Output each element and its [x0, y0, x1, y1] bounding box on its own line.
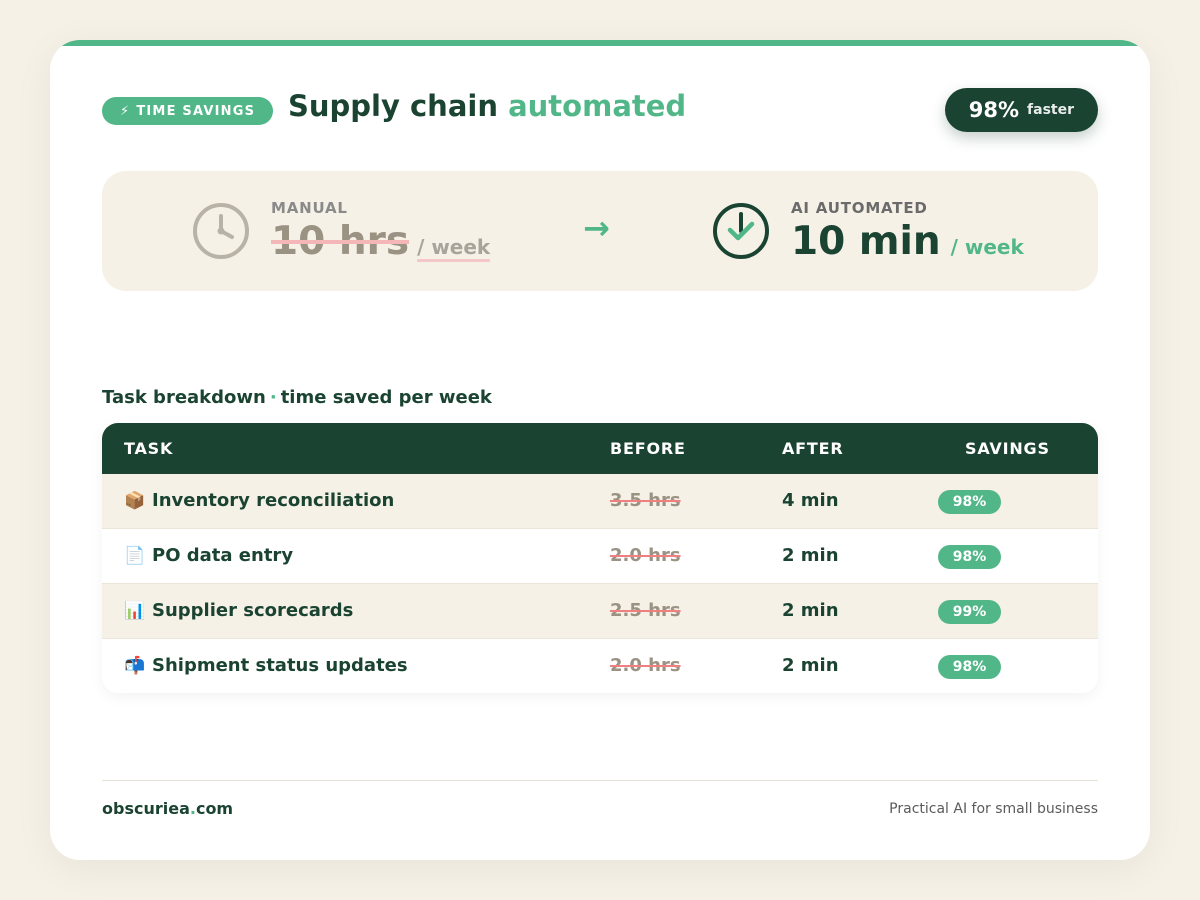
- document-icon: 📄: [124, 546, 146, 566]
- badge-label: TIME SAVINGS: [136, 103, 256, 119]
- brand-main: obscuriea: [102, 799, 190, 818]
- header-before: BEFORE: [610, 439, 686, 458]
- accent-bar: [50, 40, 1150, 46]
- task-cell: 📊 Supplier scorecards: [124, 600, 353, 621]
- lightning-icon: ⚡: [120, 103, 131, 119]
- before-value: 2.0 hrs: [610, 655, 681, 676]
- ai-label: AI AUTOMATED: [791, 199, 928, 217]
- clock-check-icon: [713, 203, 769, 259]
- breakdown-title-sub: time saved per week: [280, 387, 492, 408]
- after-value: 4 min: [782, 490, 839, 511]
- manual-label: MANUAL: [271, 199, 348, 217]
- before-value: 2.0 hrs: [610, 545, 681, 566]
- bar-chart-icon: 📊: [124, 601, 146, 621]
- table-row: 📊 Supplier scorecards 2.5 hrs 2 min 99%: [102, 583, 1098, 638]
- table-header: TASK BEFORE AFTER SAVINGS: [102, 423, 1098, 474]
- table-row: 📦 Inventory reconciliation 3.5 hrs 4 min …: [102, 474, 1098, 528]
- footer-divider: [102, 780, 1098, 781]
- tagline: Practical AI for small business: [889, 801, 1098, 817]
- page-title: Supply chain automated: [288, 89, 686, 123]
- before-value: 3.5 hrs: [610, 490, 681, 511]
- manual-value-row: 10 hrs / week: [271, 219, 491, 264]
- faster-badge: 98% faster: [944, 88, 1098, 132]
- title-accent: automated: [508, 89, 687, 123]
- savings-badge: 98%: [938, 655, 1001, 679]
- time-savings-badge: ⚡ TIME SAVINGS: [102, 97, 274, 125]
- savings-badge: 98%: [938, 490, 1001, 514]
- manual-unit: / week: [417, 235, 491, 262]
- task-name: Supplier scorecards: [152, 600, 354, 621]
- package-icon: 📦: [124, 491, 146, 511]
- before-value: 2.5 hrs: [610, 600, 681, 621]
- manual-value: 10 hrs: [271, 219, 410, 264]
- ai-unit: / week: [950, 235, 1024, 259]
- savings-badge: 98%: [938, 545, 1001, 569]
- breakdown-title-main: Task breakdown: [102, 387, 266, 408]
- savings-cell: 98%: [938, 545, 1001, 569]
- header-task: TASK: [124, 439, 174, 458]
- brand-link[interactable]: obscuriea.com: [102, 799, 233, 818]
- mailbox-icon: 📬: [124, 656, 146, 676]
- time-comparison-panel: MANUAL 10 hrs / week → AI AUTOMATED 10 mi…: [102, 171, 1098, 291]
- table-row: 📄 PO data entry 2.0 hrs 2 min 98%: [102, 528, 1098, 583]
- task-cell: 📬 Shipment status updates: [124, 655, 408, 676]
- savings-cell: 99%: [938, 600, 1001, 624]
- breakdown-separator: ·: [269, 387, 277, 408]
- savings-card: ⚡ TIME SAVINGS Supply chain automated 98…: [50, 40, 1150, 860]
- after-value: 2 min: [782, 545, 839, 566]
- manual-block: MANUAL 10 hrs / week: [271, 199, 491, 264]
- header-after: AFTER: [782, 439, 844, 458]
- title-main: Supply chain: [288, 89, 498, 123]
- brand-tld: com: [195, 799, 234, 818]
- after-value: 2 min: [782, 600, 839, 621]
- faster-label: faster: [1027, 102, 1074, 118]
- header-savings: SAVINGS: [965, 439, 1050, 458]
- ai-block: AI AUTOMATED 10 min / week: [791, 199, 1024, 264]
- breakdown-heading: Task breakdown · time saved per week: [102, 387, 492, 408]
- arrow-right-icon: →: [583, 209, 610, 247]
- table-body: 📦 Inventory reconciliation 3.5 hrs 4 min …: [102, 474, 1098, 693]
- savings-cell: 98%: [938, 655, 1001, 679]
- faster-percent: 98%: [968, 98, 1020, 122]
- task-name: Inventory reconciliation: [152, 490, 395, 511]
- ai-value-row: 10 min / week: [791, 219, 1024, 264]
- table-row: 📬 Shipment status updates 2.0 hrs 2 min 9…: [102, 638, 1098, 693]
- task-cell: 📄 PO data entry: [124, 545, 293, 566]
- savings-cell: 98%: [938, 490, 1001, 514]
- task-name: PO data entry: [152, 545, 294, 566]
- clock-icon: [193, 203, 249, 259]
- task-table: TASK BEFORE AFTER SAVINGS 📦 Inventory rec…: [102, 423, 1098, 693]
- savings-badge: 99%: [938, 600, 1001, 624]
- task-cell: 📦 Inventory reconciliation: [124, 490, 394, 511]
- task-name: Shipment status updates: [152, 655, 408, 676]
- after-value: 2 min: [782, 655, 839, 676]
- ai-value: 10 min: [791, 219, 941, 264]
